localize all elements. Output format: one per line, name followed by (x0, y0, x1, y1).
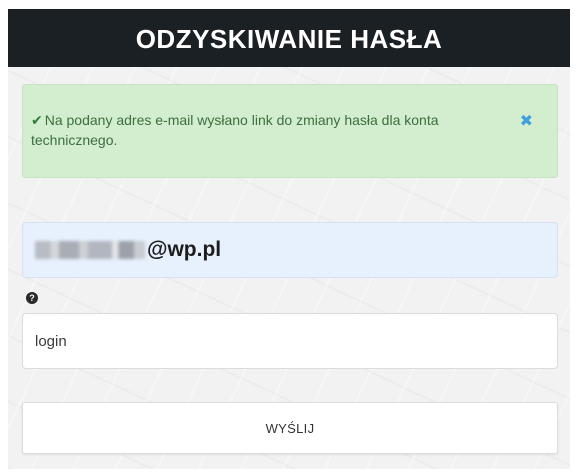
password-recovery-panel: ODZYSKIWANIE HASŁA ✔ Na podany adres e-ma… (8, 9, 570, 469)
submit-button[interactable]: WYŚLIJ (22, 402, 558, 454)
page-title: ODZYSKIWANIE HASŁA (8, 9, 570, 67)
close-icon[interactable]: ✖ (520, 112, 533, 132)
alert-message: Na podany adres e-mail wysłano link do z… (31, 112, 439, 148)
login-input[interactable] (22, 313, 558, 369)
redacted-email-username (35, 241, 145, 259)
email-domain: @wp.pl (147, 238, 222, 261)
success-alert: ✔ Na podany adres e-mail wysłano link do … (22, 84, 558, 178)
check-icon: ✔ (31, 112, 43, 128)
email-field[interactable]: @wp.pl (22, 222, 558, 278)
question-circle-icon[interactable]: ? (26, 292, 38, 304)
